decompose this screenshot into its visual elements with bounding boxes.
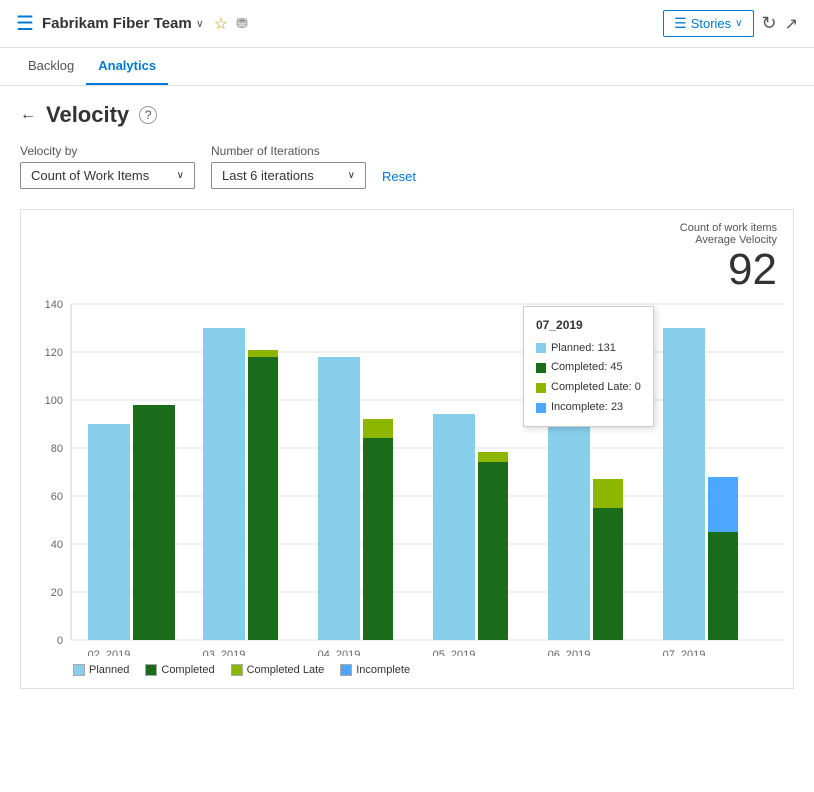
bar-02-completed [133,405,175,640]
tooltip-incomplete: Incomplete: 23 [536,398,641,418]
controls-row: Velocity by Count of Work Items ∨ Number… [20,144,794,189]
bar-04-completed-late [363,419,393,438]
page-content: ← Velocity ? Velocity by Count of Work I… [0,86,814,705]
header-right: ☰ Stories ∨ ↻ ↗ [663,10,798,37]
legend-completed-late-swatch [231,664,243,676]
bar-03-planned [203,328,245,640]
bar-07-planned [663,328,705,640]
stories-label: Stories [691,16,731,31]
velocity-by-chevron-icon: ∨ [177,170,184,181]
iterations-dropdown[interactable]: Last 6 iterations ∨ [211,162,366,189]
svg-text:20: 20 [51,587,63,599]
svg-text:05_2019: 05_2019 [433,649,476,656]
svg-text:07_2019: 07_2019 [663,649,706,656]
bar-07-incomplete [708,477,738,532]
bar-06-completed [593,508,623,640]
bar-06-completed-late [593,479,623,508]
tooltip-incomplete-swatch [536,403,546,413]
tab-backlog[interactable]: Backlog [16,48,86,85]
bar-07-completed [708,532,738,640]
team-members-icon[interactable]: ⛃ [236,15,248,32]
favorite-icon[interactable]: ☆ [214,14,228,34]
stories-icon: ☰ [674,15,687,32]
page-title: Velocity [46,102,129,128]
bar-02-planned [88,424,130,640]
bar-03-completed [248,357,278,640]
svg-text:100: 100 [45,395,63,407]
chart-area: 0 20 40 60 80 100 120 140 [33,226,781,656]
tooltip: 07_2019 Planned: 131 Completed: 45 Compl… [523,306,654,427]
legend-incomplete: Incomplete [340,664,410,676]
iterations-chevron-icon: ∨ [348,170,355,181]
reset-button[interactable]: Reset [382,164,416,189]
tooltip-completed: Completed: 45 [536,358,641,378]
legend-row: Planned Completed Completed Late Incompl… [33,664,781,676]
svg-text:120: 120 [45,347,63,359]
iterations-group: Number of Iterations Last 6 iterations ∨ [211,144,366,189]
svg-text:02_2019: 02_2019 [88,649,131,656]
velocity-by-label: Velocity by [20,144,195,158]
header: ☰ Fabrikam Fiber Team ∨ ☆ ⛃ ☰ Stories ∨ … [0,0,814,48]
svg-text:140: 140 [45,299,63,311]
tooltip-planned-swatch [536,343,546,353]
stories-dropdown[interactable]: ☰ Stories ∨ [663,10,753,37]
legend-completed-late: Completed Late [231,664,325,676]
legend-incomplete-swatch [340,664,352,676]
header-icon: ☰ [16,11,34,36]
svg-text:04_2019: 04_2019 [318,649,361,656]
bar-05-completed [478,462,508,640]
bar-05-planned [433,414,475,640]
refresh-button[interactable]: ↻ [762,13,777,34]
velocity-by-dropdown[interactable]: Count of Work Items ∨ [20,162,195,189]
tooltip-planned: Planned: 131 [536,339,641,359]
svg-text:06_2019: 06_2019 [548,649,591,656]
svg-text:03_2019: 03_2019 [203,649,246,656]
legend-planned: Planned [73,664,129,676]
legend-completed: Completed [145,664,214,676]
team-name: Fabrikam Fiber Team [42,15,192,32]
nav-tabs: Backlog Analytics [0,48,814,86]
chart-container: Count of work items Average Velocity 92 … [20,209,794,689]
svg-text:80: 80 [51,443,63,455]
tooltip-title: 07_2019 [536,315,641,337]
page-title-row: ← Velocity ? [20,102,794,128]
bar-04-planned [318,357,360,640]
svg-text:40: 40 [51,539,63,551]
tooltip-completed-swatch [536,363,546,373]
legend-planned-swatch [73,664,85,676]
expand-button[interactable]: ↗ [785,14,798,34]
stories-chevron-icon: ∨ [735,18,742,29]
legend-completed-swatch [145,664,157,676]
back-arrow-icon[interactable]: ← [20,106,36,124]
tooltip-completed-late-swatch [536,383,546,393]
velocity-chart: 0 20 40 60 80 100 120 140 [33,226,793,656]
bar-04-completed [363,438,393,640]
svg-text:60: 60 [51,491,63,503]
tooltip-completed-late: Completed Late: 0 [536,378,641,398]
tab-analytics[interactable]: Analytics [86,48,168,85]
velocity-by-group: Velocity by Count of Work Items ∨ [20,144,195,189]
team-chevron-icon[interactable]: ∨ [196,17,204,30]
bar-06-planned [548,422,590,640]
help-button[interactable]: ? [139,106,157,124]
bar-03-completed-late [248,350,278,357]
iterations-label: Number of Iterations [211,144,366,158]
svg-text:0: 0 [57,635,63,647]
bar-05-completed-late [478,452,508,462]
